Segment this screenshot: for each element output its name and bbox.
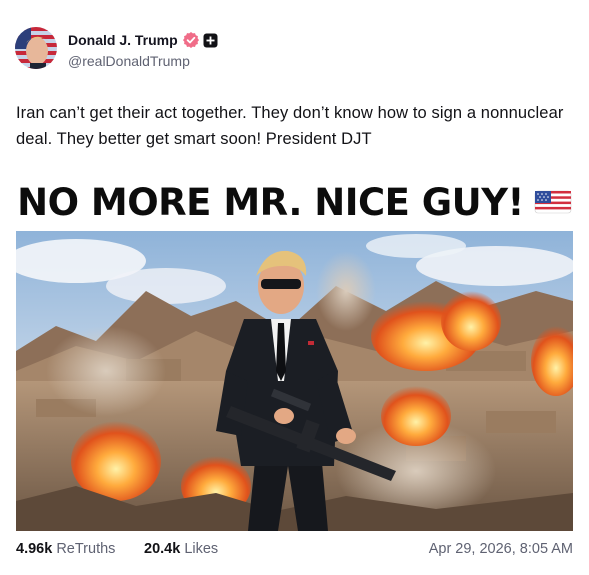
flag-usa-icon [534, 190, 572, 214]
likes-count: 20.4k [144, 541, 181, 557]
post-footer: 4.96k ReTruths 20.4k Likes Apr 29, 2026,… [16, 541, 573, 561]
plus-badge-icon [203, 33, 218, 48]
likes-label: Likes [184, 541, 219, 557]
post-card: Donald J. Trump @realDonaldTrump Iran ca… [0, 0, 589, 575]
headline-text: NO MORE MR. NICE GUY! [17, 180, 524, 224]
avatar-image [15, 27, 57, 69]
display-name[interactable]: Donald J. Trump [68, 32, 178, 48]
post-media[interactable]: NO MORE MR. NICE GUY! [16, 170, 573, 531]
avatar[interactable] [15, 27, 57, 69]
user-handle[interactable]: @realDonaldTrump [68, 53, 190, 69]
verified-badge-icon [182, 32, 199, 48]
retruths-stat[interactable]: 4.96k ReTruths [16, 541, 115, 557]
name-row: Donald J. Trump [68, 31, 218, 49]
post-text: Iran can’t get their act together. They … [16, 104, 564, 148]
retruths-label: ReTruths [56, 541, 116, 557]
likes-stat[interactable]: 20.4k Likes [144, 541, 218, 557]
media-headline: NO MORE MR. NICE GUY! [16, 178, 573, 226]
post-timestamp[interactable]: Apr 29, 2026, 8:05 AM [429, 541, 573, 557]
media-image [16, 231, 573, 531]
retruths-count: 4.96k [16, 541, 53, 557]
